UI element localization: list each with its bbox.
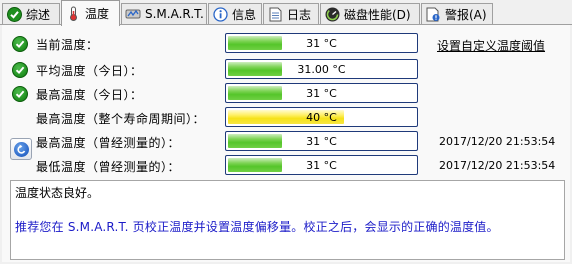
- temperature-value: 31 °C: [306, 159, 337, 172]
- tab-label: 警报(A): [445, 7, 487, 22]
- tab-label: S.M.A.R.T.: [145, 7, 204, 21]
- temperature-label: 最高温度（今日）：: [36, 88, 143, 102]
- temperature-value: 31 °C: [306, 135, 337, 148]
- undo-arrow-icon: [13, 141, 29, 157]
- temperature-bar: 31 °C: [225, 131, 418, 151]
- temperature-row-max-lifetime: 最高温度（整个寿命周期间）： 40 °C: [2, 107, 570, 129]
- alert-document-icon: [425, 6, 441, 22]
- document-icon: [267, 6, 283, 22]
- gauge-icon: [324, 6, 340, 22]
- temperature-row-average-today: 平均温度（今日）： 31.00 °C: [2, 59, 570, 81]
- tab-label: 日志: [287, 7, 312, 22]
- temperature-row-max-today: 最高温度（今日）： 31 °C: [2, 83, 570, 105]
- reset-statistics-button[interactable]: [10, 138, 32, 160]
- info-icon: [212, 6, 228, 22]
- temperature-bar: 31 °C: [225, 83, 418, 103]
- status-ok-icon: [12, 36, 28, 52]
- temperature-row-min-ever: 最低温度（曾经测量的）： 31 °C 2017/12/20 21:53:54: [2, 155, 570, 177]
- tab-label: 综述: [26, 7, 51, 22]
- temperature-bar: 40 °C: [225, 107, 418, 127]
- tab-log[interactable]: 日志: [263, 3, 319, 24]
- tab-label: 磁盘性能(D): [344, 7, 411, 22]
- tab-temperature[interactable]: 温度: [61, 0, 120, 26]
- temperature-row-max-ever: 最高温度（曾经测量的）： 31 °C 2017/12/20 21:53:54: [2, 131, 570, 153]
- temperature-bar: 31 °C: [225, 155, 418, 175]
- tab-disk-performance[interactable]: 磁盘性能(D): [320, 3, 420, 24]
- status-ok-icon: [12, 62, 28, 78]
- temperature-panel: 当前温度： 31 °C 设置自定义温度阈值 平均温度（今日）： 31.00 °C…: [2, 25, 570, 262]
- temperature-row-current: 当前温度： 31 °C 设置自定义温度阈值: [2, 33, 570, 55]
- set-custom-threshold-link[interactable]: 设置自定义温度阈值: [437, 37, 545, 54]
- timestamp: 2017/12/20 21:53:54: [439, 135, 556, 148]
- temperature-bar: 31.00 °C: [225, 59, 418, 79]
- tab-bar: 综述 温度 S.M.A.R.T. 信息 日志 磁盘性能(D) 警报(A): [0, 0, 572, 26]
- temperature-value: 31.00 °C: [297, 63, 346, 76]
- hdd-smart-icon: [125, 6, 141, 22]
- temperature-label: 平均温度（今日）：: [36, 64, 143, 78]
- status-message: 温度状态良好。: [15, 186, 100, 200]
- recommendation-message: 推荐您在 S.M.A.R.T. 页校正温度并设置温度偏移量。校正之后，会显示的正…: [15, 220, 499, 234]
- timestamp: 2017/12/20 21:53:54: [439, 159, 556, 172]
- check-shield-icon: [6, 6, 22, 22]
- temperature-label: 当前温度：: [36, 38, 99, 52]
- status-message-box: 温度状态良好。 推荐您在 S.M.A.R.T. 页校正温度并设置温度偏移量。校正…: [10, 180, 565, 260]
- temperature-value: 31 °C: [306, 37, 337, 50]
- temperature-value: 31 °C: [306, 87, 337, 100]
- tab-label: 温度: [85, 7, 110, 21]
- temperature-label: 最低温度（曾经测量的）：: [36, 160, 181, 174]
- status-ok-icon: [12, 86, 28, 102]
- tab-overview[interactable]: 综述: [2, 3, 60, 24]
- tab-smart[interactable]: S.M.A.R.T.: [121, 3, 207, 24]
- temperature-value: 40 °C: [306, 111, 337, 124]
- temperature-label: 最高温度（整个寿命周期间）：: [36, 112, 206, 126]
- temperature-bar: 31 °C: [225, 33, 418, 53]
- tab-info[interactable]: 信息: [208, 3, 262, 24]
- tab-label: 信息: [232, 7, 257, 22]
- temperature-label: 最高温度（曾经测量的）：: [36, 136, 181, 150]
- tab-alerts[interactable]: 警报(A): [421, 3, 493, 24]
- thermometer-icon: [65, 6, 81, 22]
